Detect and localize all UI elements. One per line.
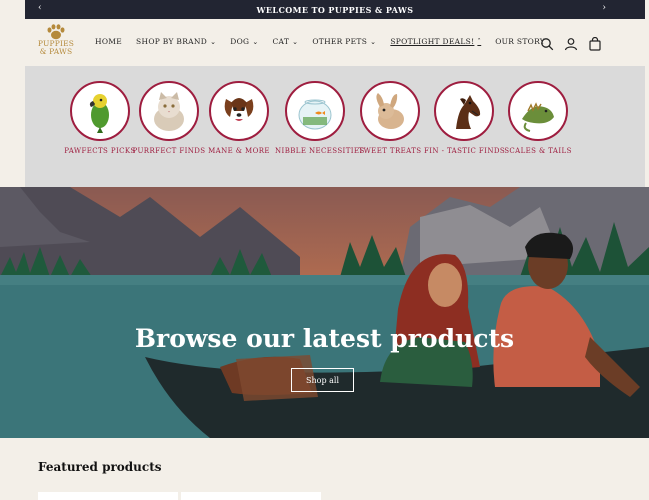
- search-icon[interactable]: [540, 36, 554, 51]
- category-label: PAWFECTS PICKS: [64, 147, 136, 155]
- category-strip: PAWFECTS PICKS PURRFECT FINDS MANE & MOR…: [25, 66, 645, 187]
- category-tweet-treats[interactable]: TWEET TREATS: [350, 81, 430, 155]
- chevron-down-icon: ⌄: [252, 38, 259, 46]
- announcement-bar: ‹ WELCOME TO PUPPIES & PAWS ›: [25, 0, 645, 19]
- hero-title: Browse our latest products: [134, 324, 515, 353]
- nav-dog[interactable]: DOG ⌄: [230, 37, 258, 46]
- iguana-icon: [508, 81, 568, 141]
- paw-logo-icon: [47, 24, 65, 40]
- category-nibble-necessities[interactable]: NIBBLE NECESSITIES: [275, 81, 365, 155]
- shop-all-button[interactable]: Shop all: [291, 368, 354, 392]
- nav-cat[interactable]: CAT ⌄: [272, 37, 298, 46]
- category-pawfects-picks[interactable]: PAWFECTS PICKS: [60, 81, 140, 155]
- main-nav: HOME SHOP BY BRAND ⌄ DOG ⌄ CAT ⌄ OTHER PETS…: [95, 37, 545, 46]
- account-icon[interactable]: [564, 36, 578, 51]
- announcement-text: WELCOME TO PUPPIES & PAWS: [256, 4, 414, 15]
- cart-icon[interactable]: [588, 36, 602, 51]
- category-label: PURRFECT FINDS: [132, 147, 206, 155]
- product-card[interactable]: [38, 492, 178, 500]
- logo-text-line2: & PAWS: [39, 47, 73, 56]
- chevron-down-icon: ⌄: [210, 38, 217, 46]
- parrot-icon: [70, 81, 130, 141]
- rabbit-icon: [360, 81, 420, 141]
- category-label: TWEET TREATS: [358, 147, 422, 155]
- chevron-right-icon[interactable]: ›: [602, 3, 606, 13]
- cat-icon: [139, 81, 199, 141]
- dog-icon: [209, 81, 269, 141]
- category-purrfect-finds[interactable]: PURRFECT FINDS: [129, 81, 209, 155]
- category-scales-and-tails[interactable]: SCALES & TAILS: [498, 81, 578, 155]
- nav-shop-by-brand[interactable]: SHOP BY BRAND ⌄: [136, 37, 216, 46]
- category-label: FIN - TASTIC FINDS: [424, 147, 506, 155]
- category-label: MANE & MORE: [208, 147, 270, 155]
- logo[interactable]: PUPPIES & PAWS: [36, 24, 76, 64]
- hero-illustration: [0, 187, 649, 438]
- site-header: PUPPIES & PAWS HOME SHOP BY BRAND ⌄ DOG ⌄ …: [25, 19, 645, 66]
- product-card[interactable]: [181, 492, 321, 500]
- chevron-left-icon[interactable]: ‹: [38, 3, 42, 13]
- category-fin-tastic-finds[interactable]: FIN - TASTIC FINDS: [424, 81, 506, 155]
- featured-section: Featured products: [0, 438, 649, 500]
- nav-other-pets[interactable]: OTHER PETS ⌄: [312, 37, 376, 46]
- chevron-down-icon: ⌄: [370, 38, 377, 46]
- chevron-down-icon: ⌄: [292, 38, 299, 46]
- fishbowl-icon: [285, 81, 345, 141]
- featured-heading: Featured products: [38, 460, 162, 474]
- category-label: NIBBLE NECESSITIES: [275, 147, 365, 155]
- header-icons: [540, 36, 602, 51]
- hero-banner: Browse our latest products Shop all: [0, 187, 649, 438]
- horse-icon: [434, 81, 494, 141]
- nav-spotlight-deals[interactable]: SPOTLIGHT DEALS! ˆ: [390, 37, 481, 46]
- category-label: SCALES & TAILS: [504, 147, 572, 155]
- category-mane-and-more[interactable]: MANE & MORE: [199, 81, 279, 155]
- nav-our-story[interactable]: OUR STORY: [495, 37, 545, 46]
- nav-home[interactable]: HOME: [95, 37, 122, 46]
- chevron-up-icon: ˆ: [477, 38, 482, 46]
